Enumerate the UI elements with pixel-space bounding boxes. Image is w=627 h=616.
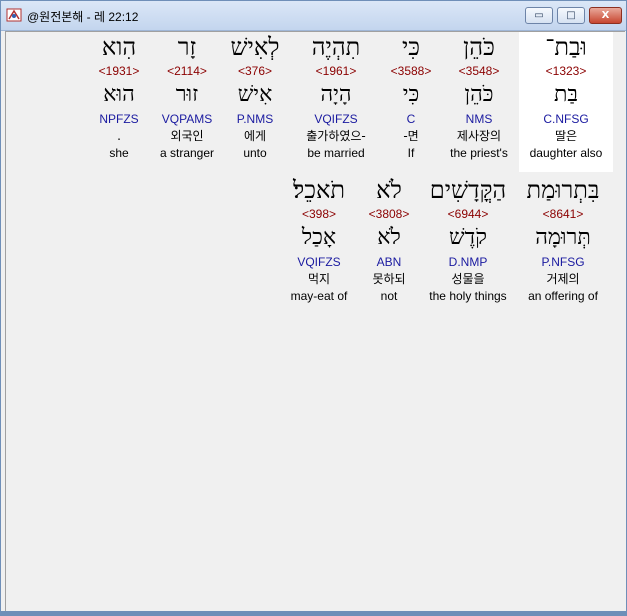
- korean-gloss: .: [117, 129, 121, 143]
- strong-number[interactable]: <1323>: [519, 62, 613, 80]
- title-bar[interactable]: @원전본해 - 레 22:12 ▭ □ X: [1, 1, 626, 31]
- english-gloss: may-eat of: [290, 289, 348, 303]
- hebrew-lemma: הוּא: [103, 82, 135, 107]
- parse-code: C.NFSG: [543, 112, 589, 126]
- hebrew-word: הִוא: [101, 33, 137, 61]
- strong-number[interactable]: <1961>: [289, 62, 383, 80]
- interlinear-panel: וּבַת־ <1323> בַּת C.NFSG 딸은 daughter al…: [5, 31, 625, 613]
- english-gloss: be married: [307, 146, 365, 160]
- english-gloss: an offering of: [528, 289, 598, 303]
- hebrew-word: תֹאכֵל׃: [293, 176, 345, 204]
- window-bottom-border: [1, 611, 626, 615]
- korean-gloss: 출가하였으-: [306, 129, 366, 143]
- korean-gloss: 거제의: [546, 272, 580, 286]
- strong-number[interactable]: <398>: [272, 205, 366, 223]
- word-block[interactable]: וּבַת־ <1323> בַּת C.NFSG 딸은 daughter al…: [519, 32, 613, 172]
- korean-gloss: 먹지: [307, 272, 331, 286]
- minimize-button[interactable]: ▭: [525, 7, 553, 24]
- hebrew-word: וּבַת־: [545, 33, 587, 61]
- parse-code: VQIFZS: [314, 112, 358, 126]
- strong-number[interactable]: <1931>: [72, 62, 166, 80]
- app-window: @원전본해 - 레 22:12 ▭ □ X וּבַת־ <1323> בַּת…: [0, 0, 627, 616]
- strong-number[interactable]: <8641>: [516, 205, 610, 223]
- english-gloss: daughter also: [529, 146, 603, 160]
- word-block[interactable]: תִהְיֶה <1961> הָיָה VQIFZS 출가하였으- be ma…: [289, 32, 383, 162]
- window-title: @원전본해 - 레 22:12: [27, 10, 139, 24]
- app-icon: [6, 8, 22, 22]
- hebrew-lemma: בַּת: [553, 82, 579, 107]
- parse-code: P.NFSG: [541, 255, 585, 269]
- english-gloss: she: [109, 146, 129, 160]
- hebrew-lemma: הָיָה: [320, 82, 352, 107]
- word-block[interactable]: בִּתְרוּמַת <8641> תְּרוּמָה P.NFSG 거제의 …: [516, 175, 610, 305]
- maximize-button[interactable]: □: [557, 7, 585, 24]
- word-block[interactable]: תֹאכֵל׃ <398> אָכַל VQIFZS 먹지 may-eat of: [272, 175, 366, 305]
- parse-code: NPFZS: [99, 112, 139, 126]
- parse-code: VQIFZS: [297, 255, 341, 269]
- close-button[interactable]: X: [589, 7, 622, 24]
- hebrew-lemma: אָכַל: [301, 225, 337, 250]
- hebrew-word: בִּתְרוּמַת: [526, 176, 600, 204]
- word-block[interactable]: הִוא <1931> הוּא NPFZS . she: [72, 32, 166, 162]
- hebrew-word: תִהְיֶה: [311, 33, 361, 61]
- korean-gloss: 딸은: [554, 129, 578, 143]
- hebrew-lemma: תְּרוּמָה: [535, 225, 591, 250]
